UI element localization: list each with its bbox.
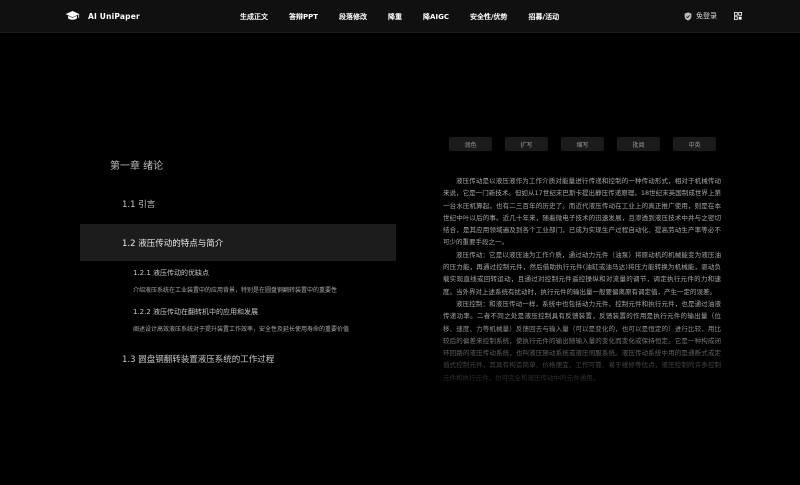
nav-item-recruit[interactable]: 招募/活动 [529, 12, 560, 22]
subsection-1-2-1[interactable]: 1.2.1 液压传动的优缺点 [133, 268, 209, 278]
translate-button[interactable]: 中英 [673, 137, 716, 151]
edit-toolbar: 润色 扩写 缩写 批阅 中英 [449, 137, 716, 151]
content-paragraph: 液压传动：它是以液压油为工作介质，通过动力元件（油泵）将原动机的机械能变为液压油… [443, 250, 721, 296]
section-1-2-active-row[interactable]: 1.2 液压传动的特点与简介 [80, 224, 396, 261]
section-1-3[interactable]: 1.3 圆盘钢翻转装置液压系统的工作过程 [122, 353, 274, 365]
section-1-2: 1.2 液压传动的特点与简介 [122, 239, 224, 249]
login-button[interactable]: 免登录 [684, 11, 717, 21]
subsection-1-2-2-desc: 阐述设计高效液压系统对于提升装置工作效率，安全性及延长使用寿命的重要价值 [133, 326, 350, 333]
content-text-area[interactable]: 液压传动是以液压液作为工作介质对能量进行传递和控制的一种传动形式，相对于机械传动… [443, 175, 721, 415]
subsection-1-2-1-desc: 介绍液压系统在工业装置中的应用背景，特别是在圆盘钢翻转装置中的重要性 [133, 287, 338, 294]
apps-grid-icon[interactable] [734, 12, 742, 20]
content-paragraph: 液压传动是以液压液作为工作介质对能量进行传递和控制的一种传动形式，相对于机械传动… [443, 177, 721, 247]
nav-item-defense-ppt[interactable]: 答辩PPT [289, 12, 318, 22]
content-paragraph: 液压控制：和液压传动一样，系统中也包括动力元件、控制元件和执行元件，也是通过油液… [443, 299, 721, 382]
nav-item-safety[interactable]: 安全性/优势 [470, 12, 508, 22]
expand-button[interactable]: 扩写 [505, 137, 548, 151]
brand-logo[interactable]: AI UniPaper [65, 10, 140, 22]
chapter-title[interactable]: 第一章 绪论 [110, 157, 163, 172]
polish-button[interactable]: 润色 [449, 137, 492, 151]
shorten-button[interactable]: 缩写 [561, 137, 604, 151]
nav-item-paragraph-edit[interactable]: 段落修改 [339, 12, 367, 22]
section-1-1[interactable]: 1.1 引言 [122, 198, 155, 210]
nav-item-reduce-aigc[interactable]: 降AIGC [423, 12, 449, 22]
login-label: 免登录 [696, 12, 717, 20]
nav-item-reduce-duplication[interactable]: 降重 [388, 12, 402, 22]
top-navbar: AI UniPaper 生成正文 答辩PPT 段落修改 降重 降AIGC 安全性… [0, 0, 800, 33]
shield-icon [684, 11, 692, 21]
graduation-cap-icon [65, 11, 80, 20]
nav-item-generate-text[interactable]: 生成正文 [240, 12, 268, 22]
brand-name: AI UniPaper [88, 11, 140, 21]
subsection-1-2-2[interactable]: 1.2.2 液压传动在翻转机中的应用和发展 [133, 307, 258, 317]
review-button[interactable]: 批阅 [617, 137, 660, 151]
main-menu: 生成正文 答辩PPT 段落修改 降重 降AIGC 安全性/优势 招募/活动 [240, 12, 559, 22]
